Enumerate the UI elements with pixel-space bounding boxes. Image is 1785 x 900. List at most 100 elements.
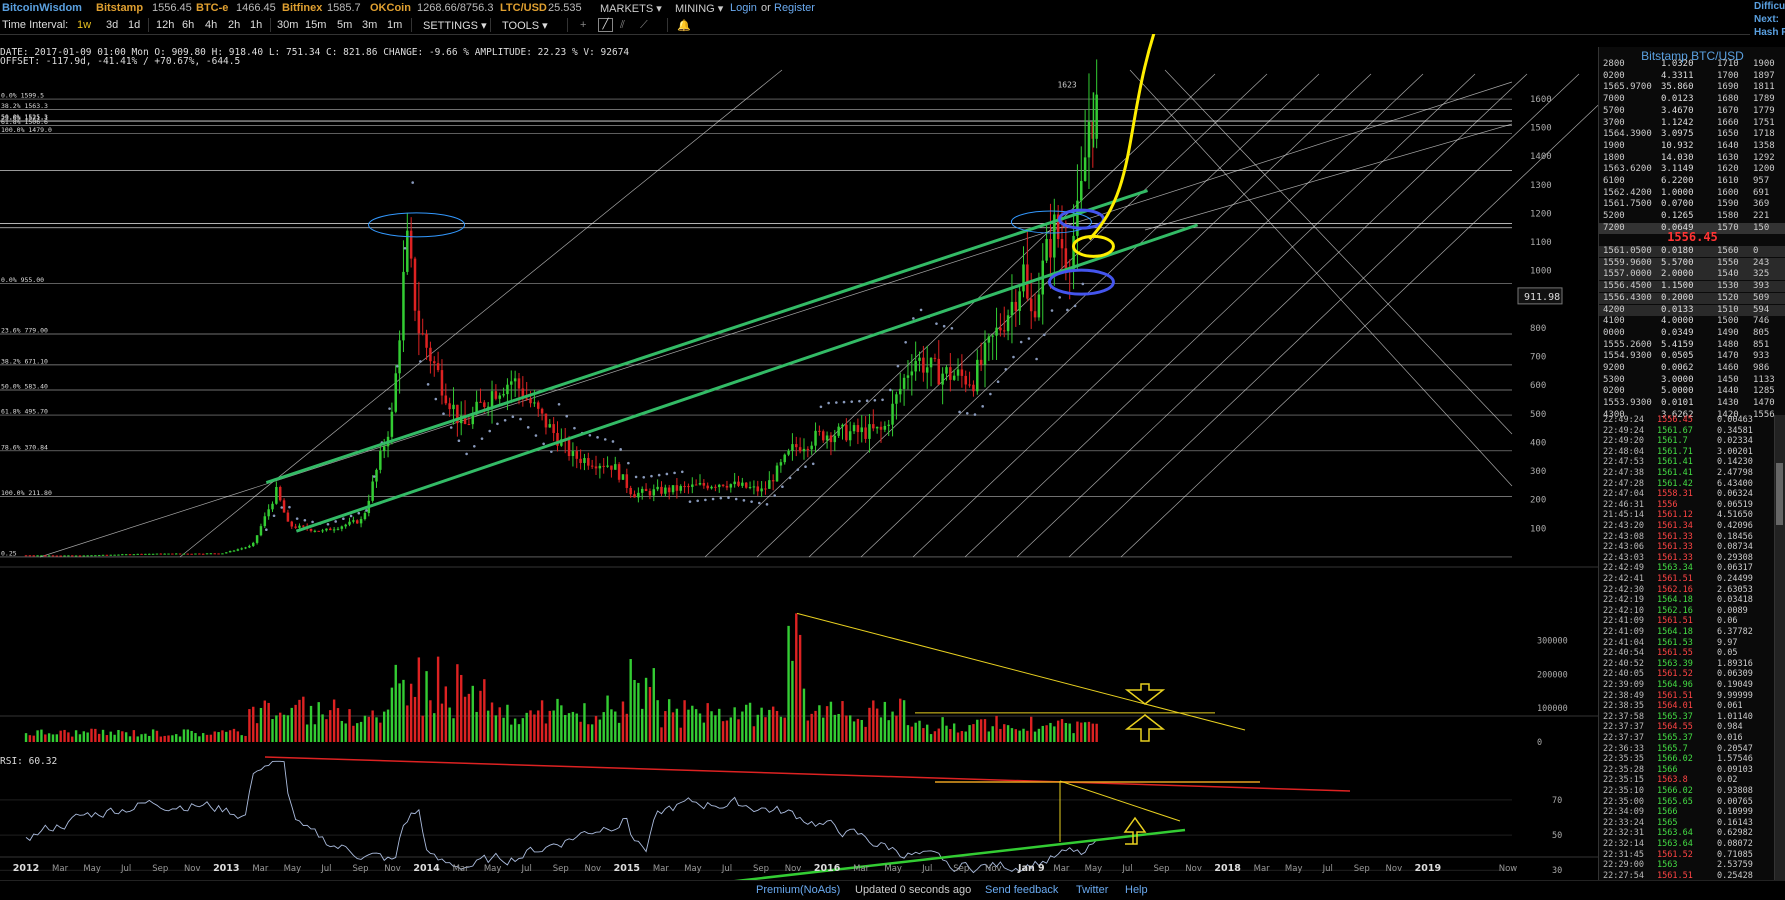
ask-row[interactable]: 5700 3.4670 1670 1779	[1599, 106, 1785, 117]
parallel-lines-icon[interactable]: ⫽	[620, 19, 625, 32]
interval-1h[interactable]: 1h	[250, 19, 262, 31]
bid-row[interactable]: 1559.9600 5.5700 1550 243	[1599, 257, 1785, 269]
volume-bar	[132, 730, 136, 742]
market-btce[interactable]: BTC-e	[196, 2, 228, 14]
ask-amount: 35.860	[1661, 82, 1694, 93]
bid-row[interactable]: 1555.2600 5.4159 1480 851	[1599, 340, 1785, 351]
candle-body	[860, 427, 863, 433]
volume-bar	[1080, 722, 1083, 742]
volume-bar	[282, 714, 286, 742]
twitter-link[interactable]: Twitter	[1076, 884, 1108, 896]
interval-2h[interactable]: 2h	[228, 19, 240, 31]
draw-line-icon[interactable]: ╱	[598, 18, 613, 32]
settings-menu[interactable]: SETTINGS ▾	[423, 19, 487, 32]
candle-body	[28, 555, 32, 557]
interval-6h[interactable]: 6h	[182, 19, 194, 31]
price-chart[interactable]: 0.0% 1599.523.6% 1521.138.2% 1563.350.0%…	[0, 34, 1598, 880]
rsi-green-trendline	[733, 828, 1186, 880]
ask-row[interactable]: 0200 4.3311 1700 1897	[1599, 71, 1785, 82]
feedback-link[interactable]: Send feedback	[985, 884, 1058, 896]
volume-bar	[537, 710, 540, 742]
candle-body	[394, 373, 397, 412]
volume-bar	[691, 705, 694, 742]
interval-30m[interactable]: 30m	[277, 19, 298, 31]
tools-menu[interactable]: TOOLS ▾	[502, 19, 548, 32]
ask-row[interactable]: 1564.3900 3.0975 1650 1718	[1599, 129, 1785, 140]
bid-row[interactable]: 1556.4300 0.2000 1520 509	[1599, 292, 1785, 304]
ask-row[interactable]: 1562.4200 1.0000 1600 691	[1599, 188, 1785, 199]
bid-depth: 746	[1753, 316, 1770, 327]
register-link[interactable]: Register	[774, 2, 815, 14]
ask-row[interactable]: 1800 14.030 1630 1292	[1599, 153, 1785, 164]
interval-3d[interactable]: 3d	[106, 19, 118, 31]
bid-row[interactable]: 1553.9300 0.0101 1430 1470	[1599, 398, 1785, 409]
interval-5m[interactable]: 5m	[337, 19, 352, 31]
crosshair-icon[interactable]: +	[580, 19, 586, 31]
bid-price: 1555.2600	[1603, 339, 1652, 350]
candle-body	[587, 458, 590, 466]
fib-tool-icon[interactable]: ⟋	[640, 19, 648, 32]
bid-row[interactable]: 1556.4500 1.1500 1530 393	[1599, 281, 1785, 293]
trade-time: 22:47:53	[1603, 457, 1644, 468]
brand-logo[interactable]: BitcoinWisdom	[2, 2, 82, 14]
interval-15m[interactable]: 15m	[305, 19, 326, 31]
bid-row[interactable]: 4100 4.0000 1500 746	[1599, 316, 1785, 327]
bid-row[interactable]: 1554.9300 0.0505 1470 933	[1599, 351, 1785, 362]
interval-1m[interactable]: 1m	[387, 19, 402, 31]
markets-menu[interactable]: MARKETS ▾	[600, 2, 662, 15]
volume-bar	[159, 736, 163, 742]
bid-row[interactable]: 5300 3.0000 1450 1133	[1599, 375, 1785, 386]
candle-body	[1045, 238, 1048, 261]
sar-dot	[1073, 304, 1077, 308]
alert-bell-icon[interactable]: 🔔	[677, 19, 691, 32]
bid-row[interactable]: 4200 0.0133 1510 594	[1599, 304, 1785, 316]
interval-1d[interactable]: 1d	[128, 19, 140, 31]
interval-12h[interactable]: 12h	[156, 19, 174, 31]
login-link[interactable]: Login	[730, 2, 757, 14]
bid-amount: 0.0505	[1661, 351, 1694, 362]
volume-bar	[567, 713, 571, 742]
help-link[interactable]: Help	[1125, 884, 1148, 896]
ask-row[interactable]: 2800 1.0320 1710 1900	[1599, 59, 1785, 70]
markets-menu-label: MARKETS	[600, 3, 654, 15]
bid-row[interactable]: 0000 0.0349 1490 805	[1599, 328, 1785, 339]
ask-amount: 3.0975	[1661, 129, 1694, 140]
ask-row[interactable]: 7000 0.0123 1680 1789	[1599, 94, 1785, 105]
bid-row[interactable]: 0200 5.0000 1440 1285	[1599, 386, 1785, 397]
trade-history-scrollbar[interactable]	[1774, 415, 1785, 885]
ask-row[interactable]: 5200 0.1265 1580 221	[1599, 211, 1785, 222]
bid-row[interactable]: 1557.0000 2.0000 1540 325	[1599, 269, 1785, 281]
volume-bar	[852, 721, 856, 742]
interval-4h[interactable]: 4h	[205, 19, 217, 31]
candle-body	[845, 424, 848, 441]
fib-label: 38.2% 671.10	[1, 357, 48, 365]
ask-row[interactable]: 1900 10.932 1640 1358	[1599, 141, 1785, 152]
sar-dot	[734, 497, 738, 501]
premium-link[interactable]: Premium(NoAds)	[756, 884, 840, 896]
trade-amount: 0.06324	[1717, 489, 1753, 500]
market-okcoin[interactable]: OKCoin	[370, 2, 411, 14]
trade-time: 22:41:09	[1603, 616, 1644, 627]
bid-row[interactable]: 1561.0500 0.0180 1560 0	[1599, 246, 1785, 257]
interval-3m[interactable]: 3m	[362, 19, 377, 31]
candle-body	[167, 553, 170, 555]
ask-row[interactable]: 1561.7500 0.0700 1590 369	[1599, 199, 1785, 210]
market-ltcusd[interactable]: LTC/USD	[500, 2, 547, 14]
trade-time: 22:39:09	[1603, 680, 1644, 690]
market-bitstamp[interactable]: Bitstamp	[96, 2, 143, 14]
market-bitfinex[interactable]: Bitfinex	[282, 2, 322, 14]
bid-row[interactable]: 9200 0.0062 1460 986	[1599, 363, 1785, 374]
volume-bar	[228, 730, 232, 742]
trade-row: 22:35:00 1565.65 0.00765	[1599, 797, 1785, 807]
ask-amount: 3.4670	[1661, 105, 1694, 116]
price-tick-label: 1100	[1530, 238, 1552, 248]
ask-row[interactable]: 1563.6200 3.1149 1620 1200	[1599, 164, 1785, 175]
ask-row[interactable]: 3700 1.1242 1660 1751	[1599, 118, 1785, 129]
ask-row[interactable]: 6100 6.2200 1610 957	[1599, 176, 1785, 187]
scrollbar-thumb[interactable]	[1776, 463, 1783, 525]
trade-price: 1564.18	[1657, 595, 1693, 606]
mining-menu[interactable]: MINING ▾	[675, 2, 723, 15]
interval-1w[interactable]: 1w	[77, 19, 91, 31]
ask-row[interactable]: 1565.9700 35.860 1690 1811	[1599, 82, 1785, 93]
time-tick-label: Mar	[653, 864, 670, 874]
